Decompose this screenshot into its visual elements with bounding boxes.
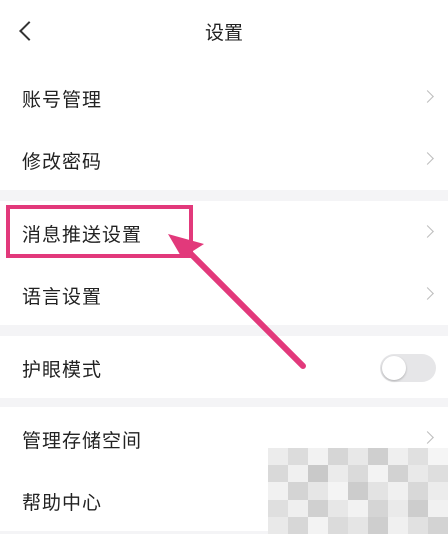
chevron-right-icon xyxy=(421,431,434,444)
settings-item-label: 护眼模式 xyxy=(22,359,103,381)
settings-item-label: 管理存储空间 xyxy=(22,430,143,452)
settings-item-label: 帮助中心 xyxy=(22,492,103,514)
toggle-knob xyxy=(382,356,406,380)
page-title: 设置 xyxy=(204,22,243,44)
chevron-right-icon xyxy=(421,152,434,165)
highlight-annotation-box xyxy=(6,205,193,258)
eye-protection-toggle[interactable] xyxy=(380,354,436,382)
settings-item-label: 账号管理 xyxy=(22,89,103,111)
settings-item-label: 语言设置 xyxy=(22,286,103,308)
settings-item-change-password[interactable]: 修改密码 xyxy=(0,128,448,190)
settings-group-account: 账号管理 修改密码 xyxy=(0,66,448,190)
chevron-right-icon xyxy=(421,225,434,238)
settings-item-account-management[interactable]: 账号管理 xyxy=(0,66,448,128)
settings-group-display: 护眼模式 xyxy=(0,336,448,398)
settings-item-eye-protection: 护眼模式 xyxy=(0,336,448,398)
chevron-right-icon xyxy=(421,90,434,103)
settings-item-label: 修改密码 xyxy=(22,151,103,173)
chevron-right-icon xyxy=(421,287,434,300)
pixelated-watermark xyxy=(268,448,448,534)
settings-item-language[interactable]: 语言设置 xyxy=(0,263,448,325)
nav-bar: 设置 xyxy=(0,0,448,66)
